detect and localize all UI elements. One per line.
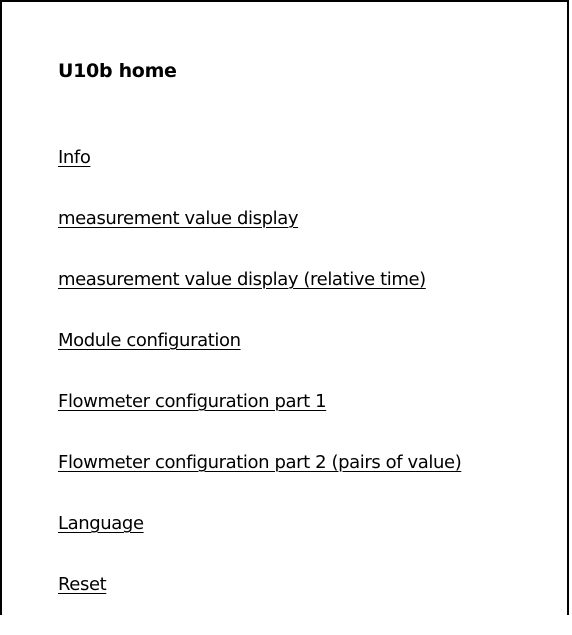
nav-item-reset: Reset — [58, 574, 461, 635]
nav-item-module-configuration: Module configuration — [58, 330, 461, 391]
nav-item-language: Language — [58, 513, 461, 574]
measurement-value-display-relative-time-link[interactable]: measurement value display (relative time… — [58, 269, 426, 290]
module-configuration-link[interactable]: Module configuration — [58, 330, 241, 351]
nav-item-flowmeter-config-1: Flowmeter configuration part 1 — [58, 391, 461, 452]
flowmeter-configuration-part-1-link[interactable]: Flowmeter configuration part 1 — [58, 391, 327, 412]
nav-item-measurement-value-display-relative: measurement value display (relative time… — [58, 269, 461, 330]
nav-item-info: Info — [58, 147, 461, 208]
measurement-value-display-link[interactable]: measurement value display — [58, 208, 299, 229]
info-link[interactable]: Info — [58, 147, 91, 168]
page-frame: U10b home Info measurement value display… — [0, 0, 569, 615]
reset-link[interactable]: Reset — [58, 574, 107, 595]
page-title: U10b home — [58, 60, 177, 82]
nav-item-flowmeter-config-2: Flowmeter configuration part 2 (pairs of… — [58, 452, 462, 513]
nav-menu: Info measurement value display measureme… — [58, 147, 462, 635]
flowmeter-configuration-part-2-link[interactable]: Flowmeter configuration part 2 (pairs of… — [58, 452, 462, 473]
nav-item-measurement-value-display: measurement value display — [58, 208, 461, 269]
language-link[interactable]: Language — [58, 513, 144, 534]
